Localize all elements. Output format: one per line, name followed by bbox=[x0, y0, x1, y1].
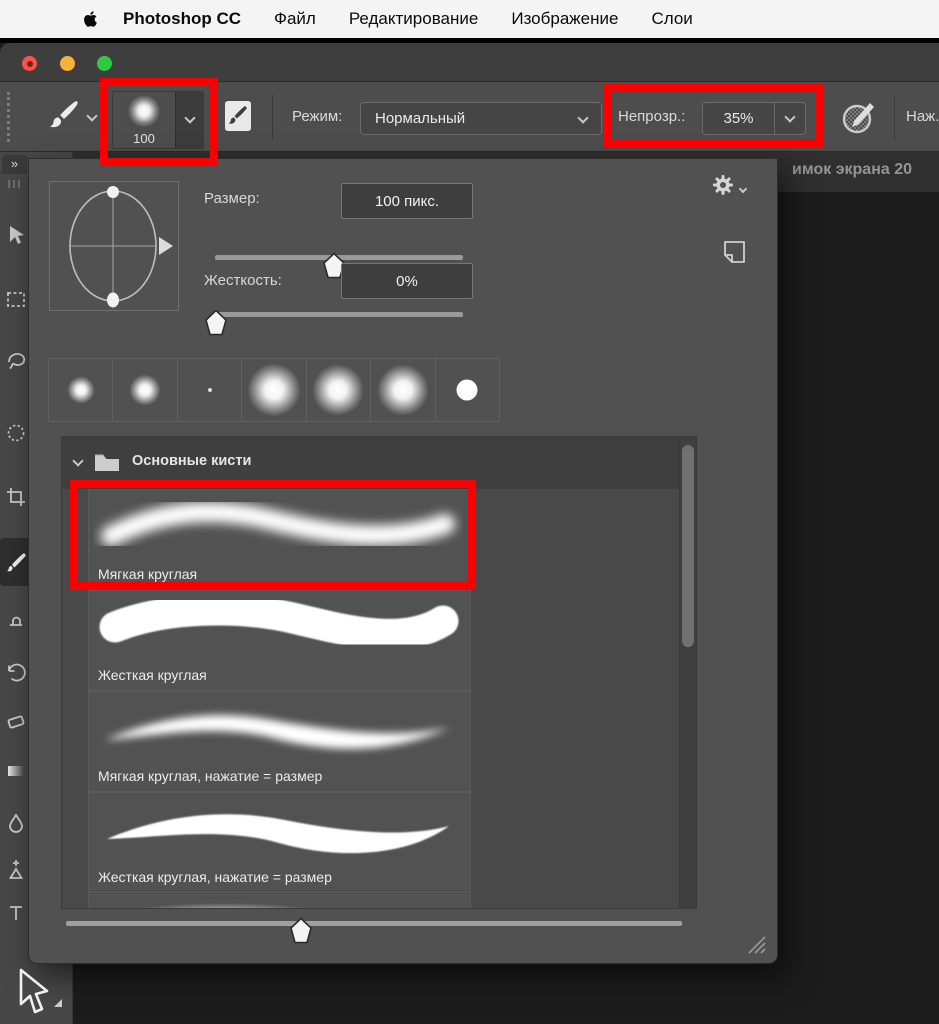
brush-item-partial[interactable] bbox=[88, 894, 471, 909]
pen-tool-icon[interactable] bbox=[5, 858, 27, 880]
crop-tool-icon[interactable] bbox=[5, 486, 27, 508]
preview-size-slider-thumb[interactable] bbox=[290, 917, 312, 944]
panel-menu-gear-icon[interactable] bbox=[711, 173, 735, 197]
quick-selection-tool-icon[interactable] bbox=[5, 422, 27, 444]
drag-grip[interactable] bbox=[7, 92, 11, 142]
blend-mode-select[interactable]: Нормальный bbox=[360, 102, 602, 135]
brush-thumb-soft-100[interactable] bbox=[242, 359, 306, 421]
brush-stroke-preview bbox=[93, 696, 463, 760]
scrollbar-track[interactable] bbox=[679, 437, 696, 908]
window-title-bar[interactable] bbox=[0, 43, 939, 81]
menu-item-file[interactable]: Файл bbox=[274, 9, 316, 29]
hardness-label: Жесткость: bbox=[204, 272, 282, 289]
type-tool-icon[interactable] bbox=[5, 902, 27, 924]
eraser-tool-icon[interactable] bbox=[5, 710, 27, 732]
brush-stroke-preview bbox=[93, 797, 463, 861]
history-brush-tool-icon[interactable] bbox=[5, 662, 27, 684]
chevron-down-icon bbox=[577, 112, 588, 123]
brush-thumb-soft-30[interactable] bbox=[49, 359, 113, 421]
collapse-tools-button[interactable]: » bbox=[2, 155, 27, 174]
brush-thumb-soft-100[interactable] bbox=[307, 359, 371, 421]
preview-size-slider-track[interactable] bbox=[66, 921, 682, 926]
panel-grip[interactable] bbox=[8, 180, 21, 188]
minimize-button[interactable] bbox=[60, 56, 75, 71]
size-label: Размер: bbox=[204, 190, 260, 207]
folder-icon bbox=[94, 452, 120, 472]
brush-thumb-soft-100[interactable] bbox=[371, 359, 435, 421]
brush-stroke-preview bbox=[93, 595, 463, 659]
brush-item-label: Мягкая круглая, нажатие = размер bbox=[98, 768, 322, 784]
pressure-size-label: Наж. bbox=[906, 108, 939, 125]
screen: Photoshop CC Файл Редактирование Изображ… bbox=[0, 0, 939, 1024]
document-tab-title[interactable]: имок экрана 20 bbox=[792, 161, 912, 179]
brush-thumb-soft-30[interactable] bbox=[113, 359, 177, 421]
brush-item-hard-round[interactable]: Жесткая круглая bbox=[88, 590, 471, 691]
fullscreen-button[interactable] bbox=[97, 56, 112, 71]
move-tool-icon[interactable] bbox=[5, 224, 27, 246]
mouse-cursor bbox=[18, 968, 52, 1021]
brush-thumb-pixel-dot[interactable] bbox=[178, 359, 242, 421]
close-button[interactable] bbox=[22, 56, 37, 71]
menu-item-layers[interactable]: Слои bbox=[651, 9, 692, 29]
divider bbox=[894, 95, 895, 140]
marquee-tool-icon[interactable] bbox=[5, 288, 27, 310]
annotation-brush-preset bbox=[100, 78, 218, 166]
recent-brushes-row bbox=[48, 358, 500, 422]
menu-app-name[interactable]: Photoshop CC bbox=[123, 9, 241, 29]
brush-angle-roundness-control[interactable] bbox=[49, 181, 179, 311]
brush-thumb-hard-25[interactable] bbox=[436, 359, 499, 421]
brush-item-hard-round-pressure[interactable]: Жесткая круглая, нажатие = размер bbox=[88, 792, 471, 893]
hardness-field[interactable]: 0% bbox=[341, 263, 473, 299]
divider bbox=[272, 95, 273, 140]
macos-menu-bar: Photoshop CC Файл Редактирование Изображ… bbox=[0, 0, 939, 38]
resize-grip[interactable] bbox=[741, 929, 767, 955]
brush-tool-chevron-icon[interactable] bbox=[86, 110, 97, 121]
brush-group-label: Основные кисти bbox=[132, 453, 251, 469]
brush-item-soft-round-pressure[interactable]: Мягкая круглая, нажатие = размер bbox=[88, 691, 471, 792]
brush-settings-panel-toggle[interactable] bbox=[222, 97, 254, 135]
create-new-brush-button[interactable] bbox=[721, 239, 747, 265]
gradient-tool-icon[interactable] bbox=[5, 760, 27, 782]
modified-dot bbox=[27, 61, 33, 67]
apple-logo-icon[interactable] bbox=[82, 9, 99, 29]
blend-mode-label: Режим: bbox=[292, 108, 342, 125]
gear-chevron-icon[interactable] bbox=[739, 185, 747, 193]
menu-item-image[interactable]: Изображение bbox=[511, 9, 618, 29]
blend-mode-value: Нормальный bbox=[375, 110, 465, 127]
brush-item-label: Жесткая круглая, нажатие = размер bbox=[98, 869, 332, 885]
lasso-tool-icon[interactable] bbox=[5, 350, 27, 372]
group-expand-chevron-icon[interactable] bbox=[72, 455, 83, 466]
annotation-opacity bbox=[604, 84, 824, 147]
hardness-slider-thumb[interactable] bbox=[205, 309, 227, 336]
hardness-slider-track[interactable] bbox=[215, 312, 463, 317]
size-field[interactable]: 100 пикс. bbox=[341, 183, 473, 219]
clone-stamp-tool-icon[interactable] bbox=[5, 608, 27, 630]
pressure-opacity-toggle[interactable] bbox=[838, 95, 880, 137]
scrollbar-thumb[interactable] bbox=[682, 445, 694, 647]
blur-tool-icon[interactable] bbox=[5, 812, 27, 834]
brush-tool-icon[interactable] bbox=[44, 98, 80, 134]
menu-item-edit[interactable]: Редактирование bbox=[349, 9, 479, 29]
annotation-soft-round-brush bbox=[70, 480, 476, 590]
tool-corner-indicator bbox=[54, 999, 62, 1007]
brush-item-label: Жесткая круглая bbox=[98, 667, 207, 683]
